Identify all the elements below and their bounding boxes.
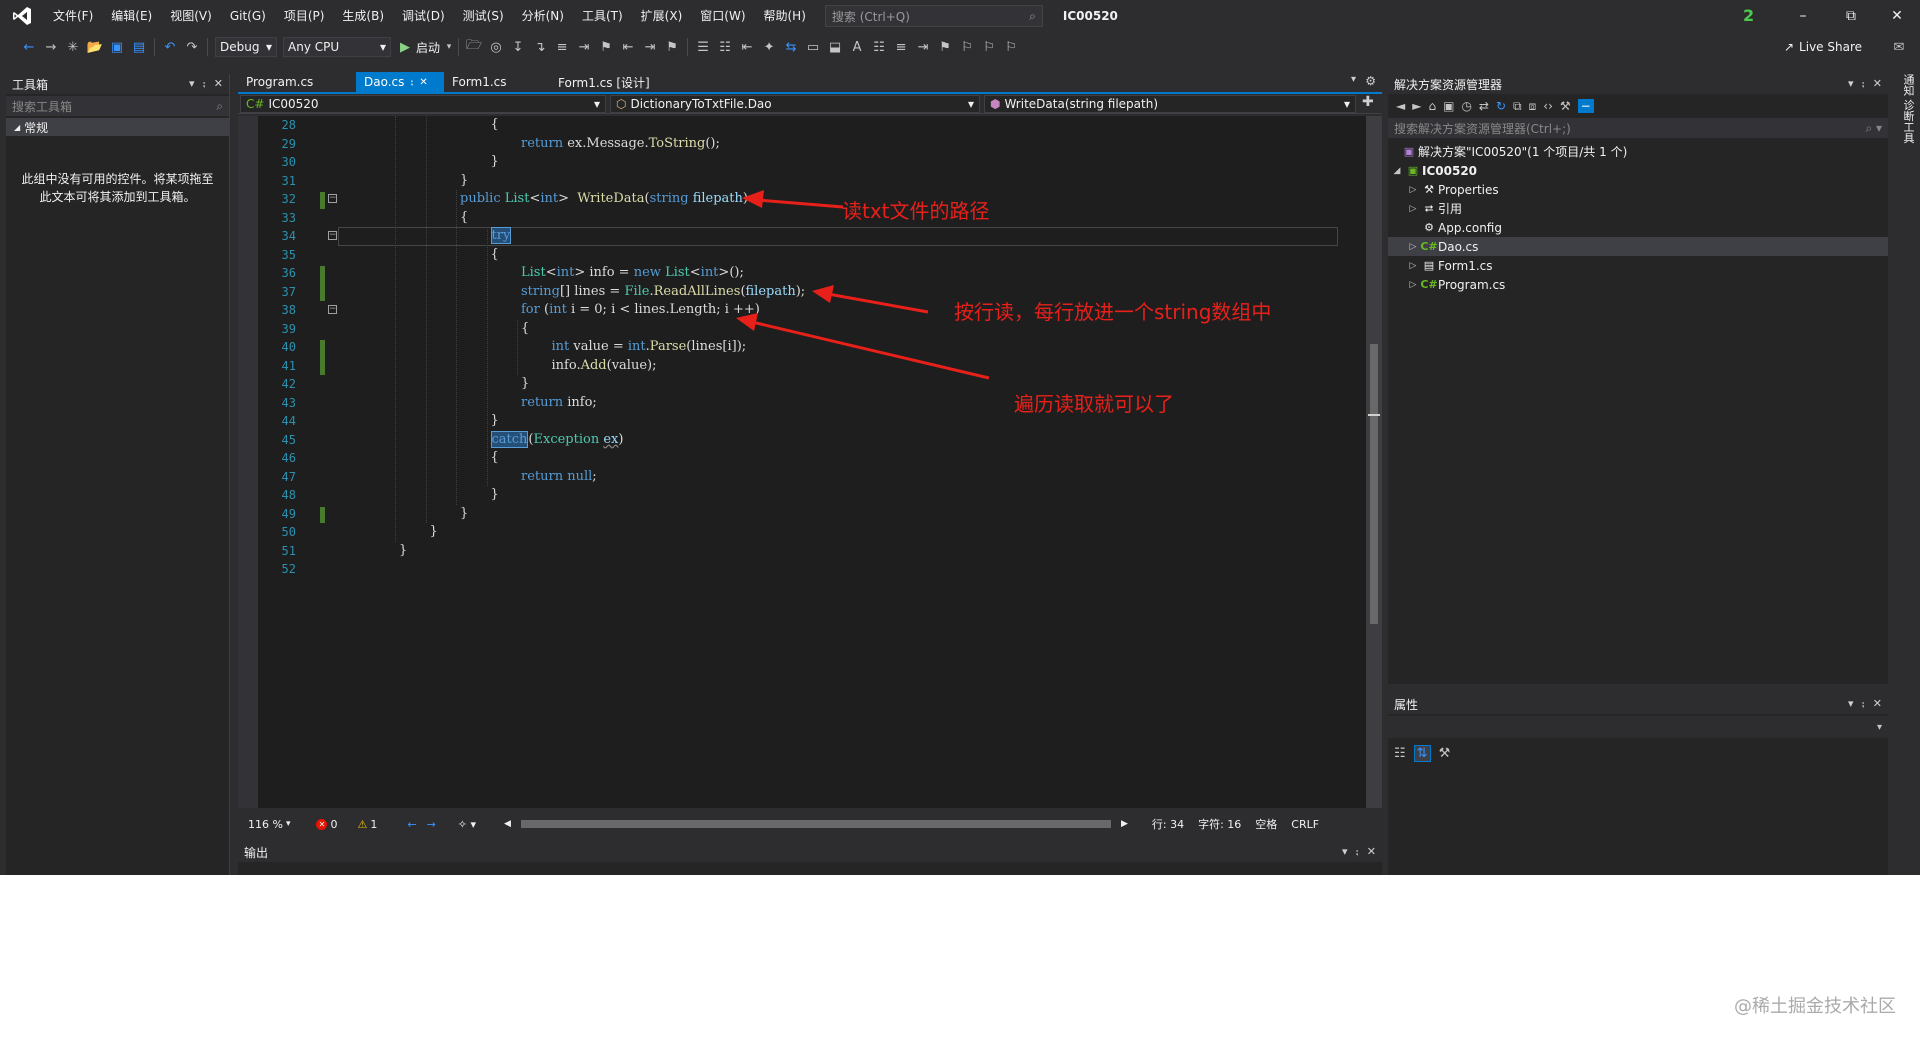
annotation-loop-note: 遍历读取就可以了 (1014, 392, 1174, 416)
annotation-read-lines-note: 按行读，每行放进一个string数组中 (954, 300, 1272, 324)
read-lines-arrowhead (812, 285, 834, 303)
loop-arrow (751, 320, 990, 380)
loop-arrowhead (736, 313, 758, 331)
path-arrow (757, 198, 844, 209)
annotation-path-note: 读txt文件的路径 (842, 199, 990, 223)
annotation-arrows (736, 190, 990, 380)
path-arrowhead (742, 190, 764, 208)
watermark: @稀土掘金技术社区 (1734, 996, 1896, 1017)
read-lines-arrow (827, 292, 929, 314)
